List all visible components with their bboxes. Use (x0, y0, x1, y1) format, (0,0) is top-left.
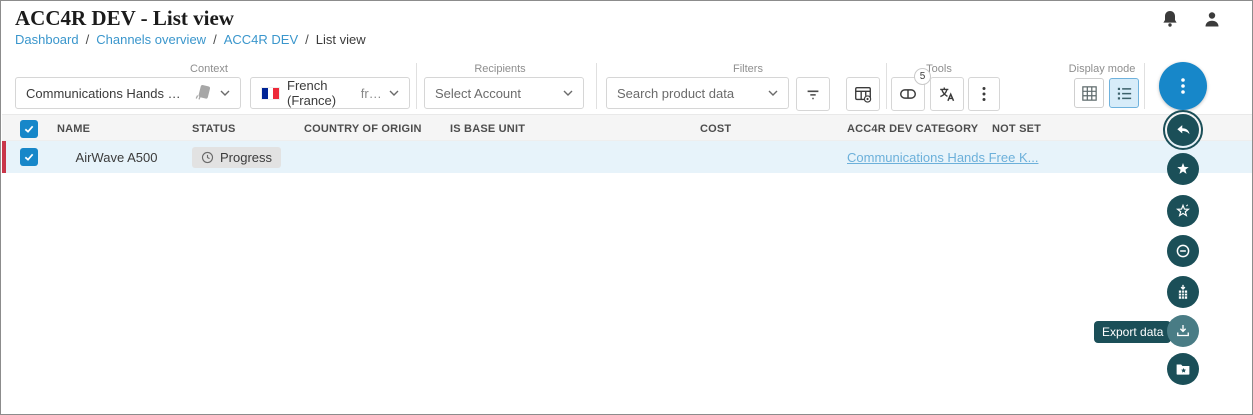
account-select-value: Select Account (435, 86, 556, 101)
favorite-add-button[interactable] (1167, 195, 1199, 227)
grid-view-button[interactable] (1074, 78, 1104, 108)
column-header-is-base-unit[interactable]: IS BASE UNIT (450, 115, 525, 142)
remove-circle-icon (1174, 242, 1192, 260)
clock-icon (201, 151, 214, 164)
grid-view-icon (1080, 84, 1099, 103)
export-data-button[interactable] (1167, 315, 1199, 347)
status-badge: Progress (192, 147, 281, 168)
chevron-down-icon (389, 90, 399, 96)
column-header-acc4r-dev-category[interactable]: ACC4R DEV CATEGORY (847, 115, 978, 142)
list-view-button[interactable] (1109, 78, 1139, 108)
column-header-status[interactable]: STATUS (192, 115, 236, 142)
display-mode-section-label: Display mode (1069, 63, 1136, 75)
channel-select[interactable]: Communications Hands Free Ki... (15, 77, 241, 109)
favorite-button[interactable] (1167, 153, 1199, 185)
tools-count-badge: 5 (914, 68, 931, 85)
breadcrumb-separator: / (305, 32, 309, 47)
channel-card-icon (193, 83, 213, 103)
export-download-icon (1174, 322, 1192, 340)
user-account-icon[interactable] (1200, 8, 1224, 37)
toolbar-divider (596, 63, 597, 109)
more-actions-icon (1173, 75, 1193, 97)
import-button[interactable] (1167, 276, 1199, 308)
translate-icon (937, 84, 957, 104)
reply-button[interactable] (1167, 114, 1199, 146)
page-title: ACC4R DEV - List view (15, 6, 234, 31)
french-flag-icon (261, 87, 280, 100)
app-window: ACC4R DEV - List view Dashboard / Channe… (0, 0, 1253, 415)
folder-star-icon (1174, 360, 1192, 378)
breadcrumb-acc4r-dev[interactable]: ACC4R DEV (224, 32, 298, 47)
breadcrumb-channels-overview[interactable]: Channels overview (96, 32, 206, 47)
table-header-row: NAME STATUS COUNTRY OF ORIGIN IS BASE UN… (2, 114, 1253, 141)
filter-button[interactable] (796, 77, 830, 111)
filters-section-label: Filters (733, 63, 763, 75)
column-header-country-of-origin[interactable]: COUNTRY OF ORIGIN (304, 115, 422, 142)
cell-name: AirWave A500 (49, 141, 184, 173)
toggle-pill-icon (898, 84, 918, 104)
reply-icon (1174, 121, 1192, 139)
row-alert-indicator (2, 141, 6, 173)
toolbar-divider (1144, 63, 1145, 109)
more-tools-button[interactable] (968, 77, 1000, 111)
breadcrumb: Dashboard / Channels overview / ACC4R DE… (15, 32, 366, 47)
locale-code: fr-FR (361, 86, 382, 101)
search-select-value: Search product data (617, 86, 761, 101)
cell-category-link[interactable]: Communications Hands Free K... (847, 150, 1038, 165)
filter-lines-icon (804, 85, 822, 103)
context-section-label: Context (190, 63, 228, 75)
column-settings-button[interactable] (846, 77, 880, 111)
account-select[interactable]: Select Account (424, 77, 584, 109)
star-filled-icon (1174, 160, 1192, 178)
toolbar-divider (886, 63, 887, 109)
list-view-icon (1115, 84, 1134, 103)
kebab-menu-icon (976, 85, 992, 103)
breadcrumb-separator: / (86, 32, 90, 47)
column-header-name[interactable]: NAME (57, 115, 90, 142)
table-eye-icon (853, 84, 873, 104)
locale-select-value: French (France) (287, 78, 354, 108)
row-checkbox[interactable] (20, 148, 38, 166)
locale-select[interactable]: French (France) fr-FR (250, 77, 410, 109)
more-actions-fab[interactable] (1159, 62, 1207, 110)
breadcrumb-separator: / (213, 32, 217, 47)
remove-button[interactable] (1167, 235, 1199, 267)
notifications-bell-icon[interactable] (1158, 8, 1182, 37)
channel-select-value: Communications Hands Free Ki... (26, 86, 186, 101)
translate-button[interactable] (930, 77, 964, 111)
column-header-not-set[interactable]: NOT SET (992, 115, 1041, 142)
select-all-checkbox[interactable] (20, 120, 38, 138)
export-tooltip: Export data (1094, 321, 1171, 343)
chevron-down-icon (220, 90, 230, 96)
search-product-data-select[interactable]: Search product data (606, 77, 789, 109)
folder-favorites-button[interactable] (1167, 353, 1199, 385)
breadcrumb-dashboard[interactable]: Dashboard (15, 32, 79, 47)
chevron-down-icon (563, 90, 573, 96)
reply-button-ring (1163, 110, 1203, 150)
table-row[interactable]: AirWave A500 Progress Communications Han… (2, 141, 1253, 173)
compare-toggle-button[interactable]: 5 (891, 77, 925, 111)
breadcrumb-current: List view (316, 32, 366, 47)
star-outline-icon (1174, 202, 1192, 220)
import-building-icon (1174, 283, 1192, 301)
recipients-section-label: Recipients (474, 63, 525, 75)
column-header-cost[interactable]: COST (700, 115, 731, 142)
chevron-down-icon (768, 90, 778, 96)
toolbar-divider (416, 63, 417, 109)
